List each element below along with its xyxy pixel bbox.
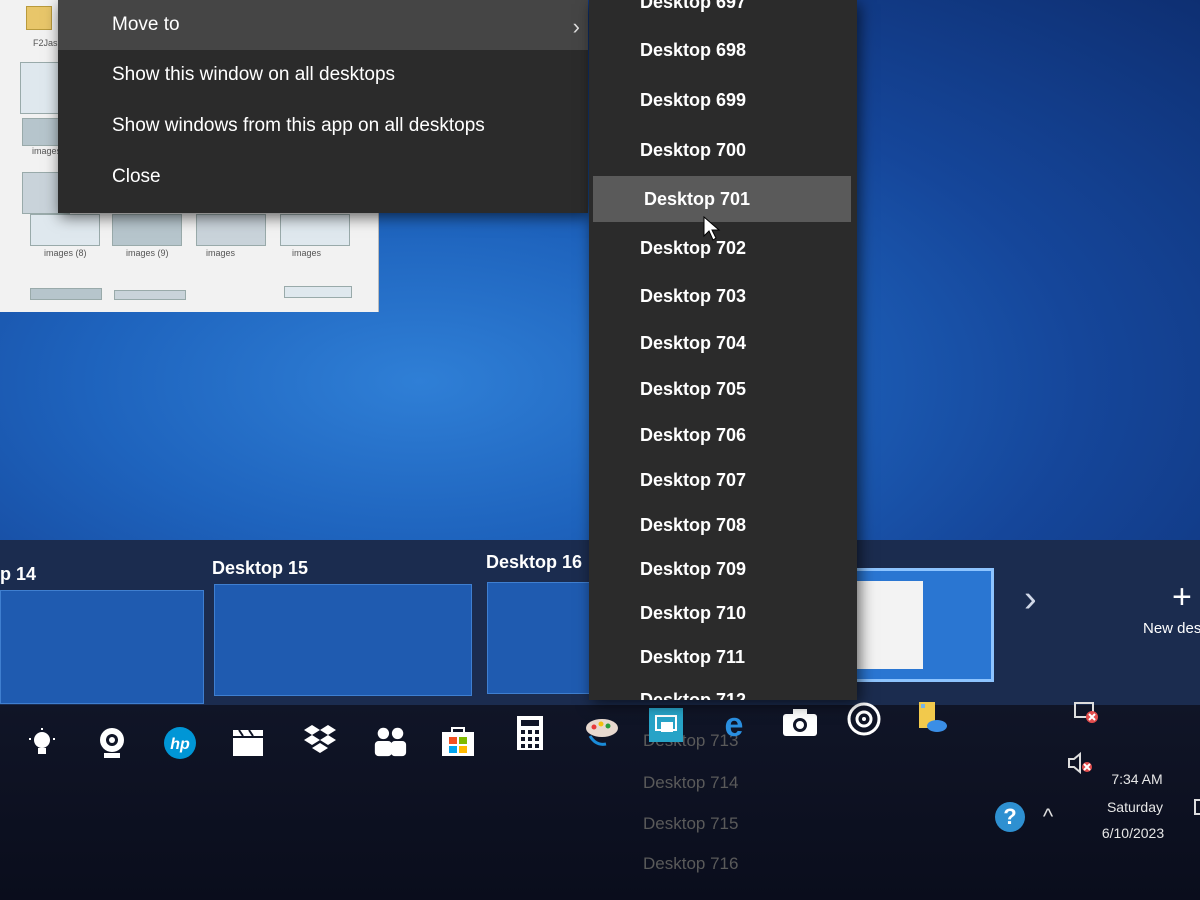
submenu-item-desktop[interactable]: Desktop 703 [589,276,857,316]
menu-item-label: Show this window on all desktops [112,64,396,85]
clock-time[interactable]: 7:34 AM [1082,771,1192,787]
camera-icon[interactable] [782,705,818,741]
file-label: F2Jas [33,38,58,48]
submenu-item-label: Desktop 707 [640,469,747,490]
onedrive-folder-icon[interactable] [914,699,950,735]
submenu-item-desktop[interactable]: Desktop 706 [589,415,857,455]
submenu-item-label: Desktop 701 [644,188,751,209]
submenu-item-label: Desktop 702 [640,237,747,258]
help-icon[interactable]: ? [992,799,1028,835]
menu-item-move-to[interactable]: Move to › [58,0,588,50]
submenu-item-desktop[interactable]: Desktop 704 [589,323,857,363]
menu-item-label: Show windows from this app on all deskto… [112,115,485,136]
connect-icon[interactable] [648,707,684,743]
desktop-thumbnail[interactable] [214,584,472,696]
submenu-item-label: Desktop 706 [640,424,747,445]
plus-icon[interactable]: + [1172,578,1192,617]
clock-day[interactable]: Saturday [1080,799,1190,815]
submenu-item-label: Desktop 708 [640,514,747,535]
taskbar: hp Desktop 713 Desktop 714 Desktop 715 D… [0,702,1200,900]
dropbox-icon[interactable] [302,721,338,757]
file-thumbnail[interactable] [114,290,186,300]
submenu-item-label: Desktop 703 [640,285,747,306]
submenu-item-desktop[interactable]: Desktop 705 [589,369,857,409]
submenu-item-desktop[interactable]: Desktop 712 [589,680,857,701]
lightbulb-icon[interactable] [24,725,60,761]
edge-logo-text: e [725,708,744,742]
submenu-item-desktop[interactable]: Desktop 709 [589,549,857,589]
submenu-item-faded: Desktop 715 [643,814,739,833]
submenu-item-faded: Desktop 714 [643,773,739,792]
desktop-label: Desktop 16 [486,552,583,572]
submenu-item-desktop[interactable]: Desktop 697 [589,0,857,22]
mouse-cursor-icon [703,216,721,241]
submenu-item-label: Desktop 698 [640,39,747,60]
submenu-item-desktop-hovered[interactable]: Desktop 701 [593,176,851,222]
submenu-item-label: Desktop 700 [640,139,747,160]
file-thumbnail[interactable] [196,214,266,246]
window-context-menu: Move to › Show this window on all deskto… [58,0,588,213]
file-thumbnail[interactable] [20,62,62,114]
file-label: images (8) [44,248,87,258]
menu-item-show-app-windows-all-desktops[interactable]: Show windows from this app on all deskto… [58,101,588,151]
network-error-icon[interactable] [1068,695,1104,731]
file-label: images (9) [126,248,169,258]
submenu-item-desktop[interactable]: Desktop 707 [589,460,857,500]
file-label: images [292,248,322,258]
chevron-right-icon[interactable]: › [1024,578,1037,621]
submenu-item-label: Desktop 712 [640,689,747,701]
clapperboard-icon[interactable] [230,725,266,761]
show-hidden-icons-chevron[interactable]: ^ [1030,799,1066,835]
help-icon-glyph: ? [1003,804,1016,829]
submenu-item-desktop[interactable]: Desktop 710 [589,593,857,633]
submenu-item-label: Desktop 697 [640,0,747,12]
people-icon[interactable] [372,723,408,759]
file-label: images [206,248,236,258]
desktop-label: p 14 [0,564,37,584]
desktop-thumbnail-current[interactable] [840,568,994,682]
move-to-desktop-submenu: Desktop 697 Desktop 698 Desktop 699 Desk… [589,0,857,700]
store-icon[interactable] [440,723,476,759]
submenu-item-label: Desktop 711 [640,646,746,667]
hp-logo-text: hp [170,736,190,753]
new-desktop-button[interactable]: New des [1143,620,1200,637]
calculator-icon[interactable] [512,715,548,751]
menu-item-label: Move to [112,14,180,35]
submenu-item-label: Desktop 699 [640,89,747,110]
file-thumbnail[interactable] [30,214,100,246]
file-thumbnail[interactable] [284,286,352,298]
groove-music-icon[interactable] [846,701,882,737]
file-thumbnail[interactable] [112,214,182,246]
submenu-item-label: Desktop 705 [640,378,747,399]
submenu-item-desktop[interactable]: Desktop 708 [589,505,857,545]
clock-date[interactable]: 6/10/2023 [1078,825,1188,841]
notification-center-icon[interactable] [1194,799,1200,815]
submenu-item-desktop[interactable]: Desktop 699 [589,80,857,120]
chevron-right-icon: › [572,14,580,39]
edge-icon[interactable]: e [716,707,752,743]
submenu-item-desktop[interactable]: Desktop 700 [589,130,857,170]
submenu-item-desktop[interactable]: Desktop 698 [589,30,857,70]
menu-item-close[interactable]: Close [58,152,588,202]
webcam-icon[interactable] [94,725,130,761]
submenu-item-label: Desktop 709 [640,558,747,579]
submenu-item-faded: Desktop 716 [643,854,739,873]
submenu-item-label: Desktop 704 [640,332,747,353]
desktop-thumbnail[interactable] [0,590,204,704]
hp-icon[interactable]: hp [162,725,198,761]
desktop-label: Desktop 15 [212,558,309,578]
file-label: images [32,146,62,156]
folder-icon [26,6,52,30]
submenu-item-label: Desktop 710 [640,602,747,623]
submenu-item-desktop[interactable]: Desktop 702 [589,228,857,268]
menu-item-label: Close [112,166,161,187]
file-thumbnail[interactable] [30,288,102,300]
file-thumbnail[interactable] [280,214,350,246]
menu-item-show-window-all-desktops[interactable]: Show this window on all desktops [58,50,588,100]
submenu-item-desktop[interactable]: Desktop 711 [589,637,857,677]
